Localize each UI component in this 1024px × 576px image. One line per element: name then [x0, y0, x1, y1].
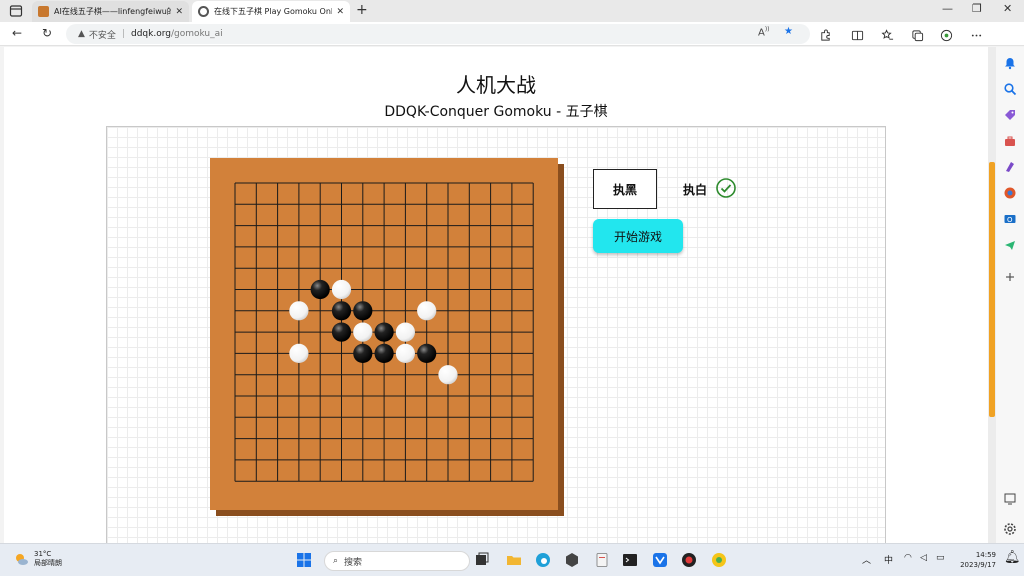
file-explorer-icon[interactable] — [506, 552, 522, 568]
weather-widget[interactable]: 31°C 局部晴朗 — [12, 550, 62, 568]
play-black-button[interactable]: 执黑 — [593, 169, 657, 209]
games-icon[interactable] — [1003, 159, 1017, 173]
more-options-icon[interactable] — [970, 27, 983, 40]
black-stone — [374, 322, 394, 342]
taskbar: 31°C 局部晴朗 ⌕ 搜索 ︿ 中 ◠ ◁ ▭ 14:59 2023/9/17… — [0, 543, 1024, 576]
volume-icon[interactable]: ◁ — [920, 553, 927, 563]
tab-favicon-icon — [38, 6, 49, 17]
white-stone — [438, 365, 458, 385]
edge-browser-icon[interactable] — [535, 552, 551, 568]
warning-icon: ▲ — [78, 29, 85, 39]
weather-desc: 局部晴朗 — [34, 559, 62, 567]
terminal-icon[interactable] — [622, 552, 638, 568]
collections-icon[interactable] — [911, 27, 924, 42]
divider: | — [121, 29, 125, 39]
white-stone — [417, 301, 437, 321]
tab-bar: AI在线五子棋——linfengfeiwu的 ✕ 在线下五子棋 Play Gom… — [0, 0, 1024, 22]
board-grid[interactable] — [210, 158, 558, 510]
start-game-button[interactable]: 开始游戏 — [593, 219, 683, 253]
extensions-icon[interactable] — [819, 27, 832, 41]
black-stone — [353, 343, 373, 363]
taskbar-search-input[interactable]: ⌕ 搜索 — [324, 551, 470, 571]
record-icon[interactable] — [681, 552, 697, 568]
search-icon: ⌕ — [333, 556, 339, 566]
wifi-icon[interactable]: ◠ — [904, 553, 912, 563]
settings-gear-icon[interactable] — [1003, 521, 1017, 535]
tab-ddqk-gomoku[interactable]: 在线下五子棋 Play Gomoku Onli ✕ — [192, 1, 350, 22]
check-circle-icon — [716, 178, 736, 198]
game-area: 执黑 执白 开始游戏 — [106, 126, 886, 543]
app-bird-icon[interactable] — [652, 552, 668, 568]
favorites-icon[interactable] — [881, 27, 894, 40]
ime-indicator[interactable]: 中 — [884, 553, 893, 566]
app-smile-icon[interactable] — [711, 552, 727, 568]
tab-title: 在线下五子棋 Play Gomoku Onli — [214, 7, 333, 16]
start-menu-icon[interactable] — [296, 552, 312, 568]
app-document-icon[interactable] — [594, 552, 610, 568]
black-stone — [417, 343, 437, 363]
tools-icon[interactable] — [1003, 133, 1017, 147]
url-host: ddqk.org — [130, 29, 171, 39]
clock-time: 14:59 — [975, 551, 996, 559]
page-title: 人机大战 — [456, 73, 536, 97]
black-stone — [353, 301, 373, 321]
tab-favicon-icon — [198, 6, 209, 17]
read-aloud-icon[interactable]: A)) — [758, 26, 770, 38]
white-stone — [289, 301, 309, 321]
play-white-option[interactable]: 执白 — [683, 181, 707, 198]
office-icon[interactable] — [1003, 185, 1017, 199]
url-path: /gomoku_ai — [170, 29, 223, 39]
weather-temp: 31°C — [34, 550, 52, 558]
page-subtitle: DDQK-Conquer Gomoku - 五子棋 — [384, 104, 608, 120]
white-stone — [353, 322, 373, 342]
tab-close-icon[interactable]: ✕ — [175, 7, 183, 17]
minimize-icon[interactable]: — — [942, 2, 953, 15]
battery-icon[interactable]: ▭ — [936, 553, 945, 563]
extension-app-icon[interactable] — [940, 27, 953, 42]
bell-icon[interactable] — [1003, 55, 1017, 70]
tab-title: AI在线五子棋——linfengfeiwu的 — [54, 7, 172, 16]
screenshot-icon[interactable] — [1003, 491, 1017, 505]
app-cube-icon[interactable] — [564, 552, 580, 568]
security-label: 不安全 — [88, 30, 116, 41]
search-icon[interactable] — [1003, 81, 1017, 96]
notification-bell-icon[interactable]: 🔔︎ — [1004, 550, 1021, 565]
black-stone — [331, 322, 352, 342]
black-stone — [374, 343, 394, 363]
system-clock[interactable]: 14:59 2023/9/17 — [952, 550, 996, 570]
new-tab-button[interactable]: + — [356, 2, 368, 18]
address-bar[interactable]: ▲ 不安全 | ddqk.org /gomoku_ai — [66, 24, 810, 44]
maximize-icon[interactable]: ❐ — [972, 2, 982, 15]
tab-ai-gomoku[interactable]: AI在线五子棋——linfengfeiwu的 ✕ — [32, 1, 189, 22]
task-view-icon[interactable] — [474, 552, 490, 568]
favorite-star-icon[interactable]: ★ — [784, 26, 793, 37]
search-placeholder: 搜索 — [344, 557, 363, 568]
weather-sun-icon — [16, 554, 28, 565]
clock-date: 2023/9/17 — [960, 561, 996, 569]
white-stone — [331, 279, 352, 300]
black-stone — [331, 301, 352, 321]
close-window-icon[interactable]: ✕ — [1003, 2, 1012, 15]
back-icon[interactable]: ← — [12, 26, 22, 40]
split-screen-icon[interactable] — [851, 27, 864, 41]
refresh-icon[interactable]: ↻ — [42, 26, 52, 40]
white-stone — [395, 343, 415, 363]
add-icon[interactable] — [1003, 269, 1017, 283]
white-stone — [395, 322, 415, 342]
shopping-tag-icon[interactable] — [1003, 107, 1017, 121]
tab-actions-icon[interactable] — [8, 3, 24, 19]
white-stone — [289, 343, 309, 363]
web-page: 人机大战 DDQK-Conquer Gomoku - 五子棋 执黑 执白 开始游… — [4, 47, 988, 543]
outlook-icon[interactable]: O — [1003, 211, 1017, 225]
send-icon[interactable] — [1003, 237, 1017, 251]
tab-close-icon[interactable]: ✕ — [336, 7, 344, 17]
show-hidden-icons[interactable]: ︿ — [862, 553, 871, 566]
svg-text:O: O — [1007, 216, 1013, 224]
gomoku-board[interactable] — [210, 158, 558, 510]
black-stone — [310, 279, 330, 300]
edge-sidebar: O — [996, 47, 1024, 543]
address-bar-row: ← ↻ ▲ 不安全 | ddqk.org /gomoku_ai A)) ★ — [0, 22, 1024, 46]
scrollbar-thumb[interactable] — [989, 162, 995, 417]
